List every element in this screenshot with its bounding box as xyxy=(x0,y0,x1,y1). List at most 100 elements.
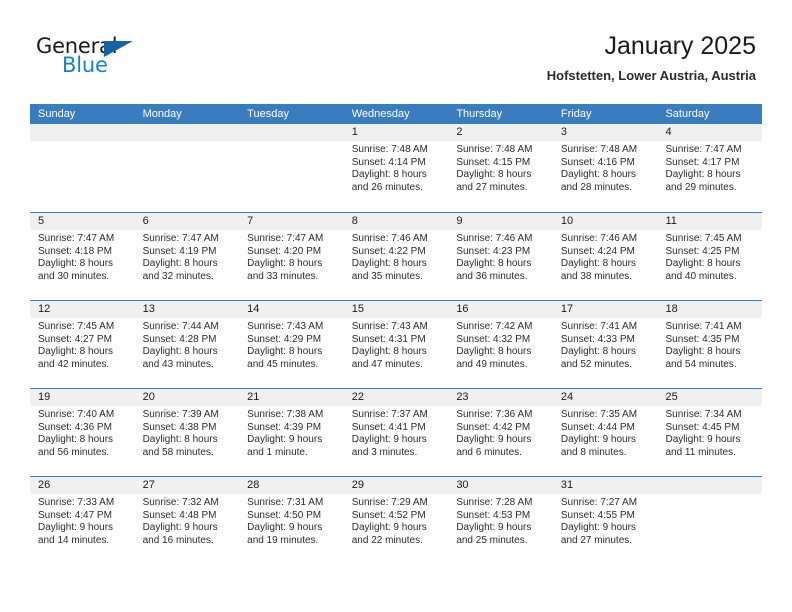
calendar-cell-day-20[interactable]: 20 Sunrise: 7:39 AM Sunset: 4:38 PM Dayligh… xyxy=(134,389,240,476)
day-number: 2 xyxy=(448,124,553,141)
day-number: 1 xyxy=(343,124,449,141)
day-info-line: Sunrise: 7:32 AM xyxy=(142,497,219,508)
calendar-cell-day-25[interactable]: 25 Sunrise: 7:34 AM Sunset: 4:45 PM Dayligh… xyxy=(657,389,763,476)
day-info-line: Sunrise: 7:31 AM xyxy=(247,497,324,508)
calendar-cell-day-14[interactable]: 14 Sunrise: 7:43 AM Sunset: 4:29 PM Dayligh… xyxy=(239,301,344,388)
day-info-line: Daylight: 8 hours xyxy=(351,346,427,357)
day-sun-info: Sunrise: 7:44 AM Sunset: 4:28 PM Daylight:… xyxy=(135,318,240,371)
day-info-line: Sunset: 4:23 PM xyxy=(456,245,531,257)
day-info-line: and 1 minute. xyxy=(247,446,308,458)
day-sun-info: Sunrise: 7:33 AM Sunset: 4:47 PM Daylight:… xyxy=(30,494,135,547)
day-sun-info: Sunrise: 7:46 AM Sunset: 4:23 PM Daylight:… xyxy=(448,230,553,283)
weekday-header-sunday: Sunday xyxy=(38,108,76,120)
calendar-cell-day-4[interactable]: 4 Sunrise: 7:47 AM Sunset: 4:17 PM Daylight… xyxy=(657,124,763,212)
calendar-cell-day-3[interactable]: 3 Sunrise: 7:48 AM Sunset: 4:16 PM Daylight… xyxy=(552,124,658,212)
calendar-cell-day-12[interactable]: 12 Sunrise: 7:45 AM Sunset: 4:27 PM Dayligh… xyxy=(30,301,135,388)
day-info-line: Daylight: 8 hours xyxy=(38,258,114,269)
calendar-cell-day-1[interactable]: 1 Sunrise: 7:48 AM Sunset: 4:14 PM Daylight… xyxy=(343,124,449,212)
day-number xyxy=(657,477,763,494)
day-info-line: and 54 minutes. xyxy=(665,358,737,370)
day-info-line: Daylight: 8 hours xyxy=(142,346,218,357)
calendar-cell-day-15[interactable]: 15 Sunrise: 7:43 AM Sunset: 4:31 PM Dayligh… xyxy=(343,301,449,388)
day-number: 6 xyxy=(134,213,240,230)
calendar-cell-day-16[interactable]: 16 Sunrise: 7:42 AM Sunset: 4:32 PM Dayligh… xyxy=(448,301,553,388)
calendar-cell-day-8[interactable]: 8 Sunrise: 7:46 AM Sunset: 4:22 PM Daylight… xyxy=(343,213,449,300)
day-sun-info: Sunrise: 7:43 AM Sunset: 4:31 PM Daylight:… xyxy=(344,318,449,371)
calendar-cell-day-5[interactable]: 5 Sunrise: 7:47 AM Sunset: 4:18 PM Daylight… xyxy=(30,213,135,300)
day-info-line: and 26 minutes. xyxy=(351,181,423,193)
day-info-line: and 27 minutes. xyxy=(456,181,528,193)
day-number: 12 xyxy=(30,301,135,318)
calendar-cell-day-24[interactable]: 24 Sunrise: 7:35 AM Sunset: 4:44 PM Dayligh… xyxy=(552,389,658,476)
day-info-line: Daylight: 8 hours xyxy=(247,258,323,269)
day-number: 8 xyxy=(343,213,449,230)
day-info-line: and 6 minutes. xyxy=(456,446,522,458)
calendar-cell-day-29[interactable]: 29 Sunrise: 7:29 AM Sunset: 4:52 PM Dayligh… xyxy=(343,477,449,564)
calendar-cell-day-10[interactable]: 10 Sunrise: 7:46 AM Sunset: 4:24 PM Dayligh… xyxy=(552,213,658,300)
day-number: 3 xyxy=(552,124,658,141)
day-info-line: Sunset: 4:38 PM xyxy=(142,421,217,433)
day-sun-info xyxy=(657,494,762,497)
day-info-line: Sunset: 4:52 PM xyxy=(351,509,426,521)
day-info-line: Sunrise: 7:34 AM xyxy=(665,409,742,420)
day-info-line: and 45 minutes. xyxy=(247,358,319,370)
day-sun-info: Sunrise: 7:37 AM Sunset: 4:41 PM Daylight:… xyxy=(344,406,449,459)
calendar-cell-day-7[interactable]: 7 Sunrise: 7:47 AM Sunset: 4:20 PM Daylight… xyxy=(239,213,344,300)
day-info-line: Sunrise: 7:46 AM xyxy=(560,233,638,244)
day-number: 27 xyxy=(134,477,240,494)
day-info-line: Sunrise: 7:27 AM xyxy=(560,497,638,508)
day-info-line: Sunrise: 7:43 AM xyxy=(351,321,428,332)
calendar-weeks: 1 Sunrise: 7:48 AM Sunset: 4:14 PM Daylight… xyxy=(30,124,763,564)
day-info-line: and 32 minutes. xyxy=(142,270,214,282)
day-info-line: Sunrise: 7:48 AM xyxy=(560,144,638,155)
calendar-cell-day-6[interactable]: 6 Sunrise: 7:47 AM Sunset: 4:19 PM Daylight… xyxy=(134,213,240,300)
general-blue-logo[interactable]: General Blue xyxy=(36,36,216,84)
calendar-cell-day-18[interactable]: 18 Sunrise: 7:41 AM Sunset: 4:35 PM Dayligh… xyxy=(657,301,763,388)
title-block: January 2025 Hofstetten, Lower Austria, … xyxy=(547,30,756,84)
weekday-header-wednesday: Wednesday xyxy=(351,108,410,120)
day-info-line: and 22 minutes. xyxy=(351,534,423,546)
calendar-cell-day-27[interactable]: 27 Sunrise: 7:32 AM Sunset: 4:48 PM Dayligh… xyxy=(134,477,240,564)
day-number: 24 xyxy=(552,389,658,406)
day-info-line: Sunset: 4:50 PM xyxy=(247,509,322,521)
calendar-cell-day-9[interactable]: 9 Sunrise: 7:46 AM Sunset: 4:23 PM Daylight… xyxy=(448,213,553,300)
day-info-line: Daylight: 8 hours xyxy=(456,346,532,357)
day-info-line: Daylight: 8 hours xyxy=(665,346,741,357)
day-info-line: Daylight: 8 hours xyxy=(142,434,218,445)
calendar-cell-day-28[interactable]: 28 Sunrise: 7:31 AM Sunset: 4:50 PM Dayligh… xyxy=(239,477,344,564)
day-sun-info: Sunrise: 7:46 AM Sunset: 4:22 PM Daylight:… xyxy=(344,230,449,283)
calendar-cell-day-21[interactable]: 21 Sunrise: 7:38 AM Sunset: 4:39 PM Dayligh… xyxy=(239,389,344,476)
calendar-cell-day-11[interactable]: 11 Sunrise: 7:45 AM Sunset: 4:25 PM Dayligh… xyxy=(657,213,763,300)
day-info-line: and 43 minutes. xyxy=(142,358,214,370)
day-number xyxy=(239,124,344,141)
day-info-line: Sunrise: 7:45 AM xyxy=(665,233,742,244)
day-sun-info: Sunrise: 7:34 AM Sunset: 4:45 PM Daylight:… xyxy=(657,406,762,459)
day-number: 22 xyxy=(343,389,449,406)
day-info-line: and 28 minutes. xyxy=(560,181,633,193)
calendar-cell-day-22[interactable]: 22 Sunrise: 7:37 AM Sunset: 4:41 PM Dayligh… xyxy=(343,389,449,476)
day-sun-info: Sunrise: 7:41 AM Sunset: 4:35 PM Daylight:… xyxy=(657,318,762,371)
day-number: 16 xyxy=(448,301,553,318)
day-info-line: Daylight: 9 hours xyxy=(38,522,114,533)
calendar-cell-empty xyxy=(30,124,135,212)
calendar-cell-day-30[interactable]: 30 Sunrise: 7:28 AM Sunset: 4:53 PM Dayligh… xyxy=(448,477,553,564)
day-number xyxy=(134,124,240,141)
calendar-cell-day-13[interactable]: 13 Sunrise: 7:44 AM Sunset: 4:28 PM Dayligh… xyxy=(134,301,240,388)
calendar-cell-day-2[interactable]: 2 Sunrise: 7:48 AM Sunset: 4:15 PM Daylight… xyxy=(448,124,553,212)
day-info-line: Sunrise: 7:46 AM xyxy=(456,233,533,244)
day-info-line: Sunrise: 7:45 AM xyxy=(38,321,115,332)
day-sun-info: Sunrise: 7:40 AM Sunset: 4:36 PM Daylight:… xyxy=(30,406,135,459)
day-info-line: and 40 minutes. xyxy=(665,270,737,282)
day-info-line: Sunset: 4:53 PM xyxy=(456,509,531,521)
calendar-cell-day-23[interactable]: 23 Sunrise: 7:36 AM Sunset: 4:42 PM Dayligh… xyxy=(448,389,553,476)
calendar-grid: Sunday Monday Tuesday Wednesday Thursday Frid… xyxy=(30,104,763,564)
calendar-cell-day-17[interactable]: 17 Sunrise: 7:41 AM Sunset: 4:33 PM Dayligh… xyxy=(552,301,658,388)
day-info-line: Sunrise: 7:28 AM xyxy=(456,497,533,508)
calendar-cell-day-19[interactable]: 19 Sunrise: 7:40 AM Sunset: 4:36 PM Dayligh… xyxy=(30,389,135,476)
day-number: 11 xyxy=(657,213,763,230)
day-sun-info: Sunrise: 7:27 AM Sunset: 4:55 PM Daylight:… xyxy=(553,494,658,547)
day-info-line: Sunset: 4:55 PM xyxy=(560,509,635,521)
calendar-cell-day-31[interactable]: 31 Sunrise: 7:27 AM Sunset: 4:55 PM Dayligh… xyxy=(552,477,658,564)
day-info-line: and 29 minutes. xyxy=(665,181,737,193)
calendar-cell-day-26[interactable]: 26 Sunrise: 7:33 AM Sunset: 4:47 PM Dayligh… xyxy=(30,477,135,564)
